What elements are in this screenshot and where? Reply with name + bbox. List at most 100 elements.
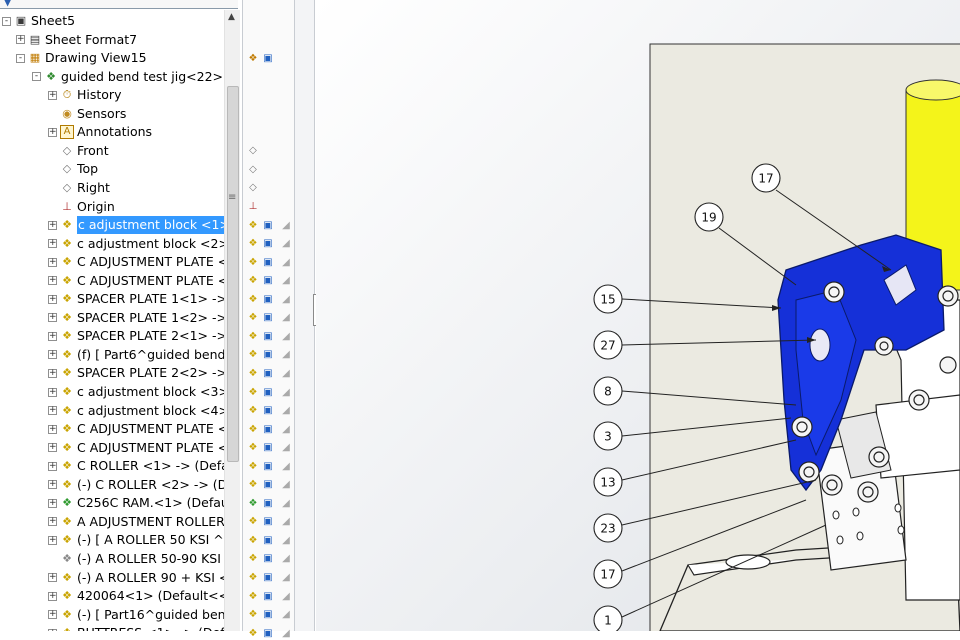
expand-icon[interactable]: +	[48, 276, 57, 286]
tree-item-label: (-) C ROLLER <2> -> (Def:	[77, 476, 224, 492]
tree-item[interactable]: + ❖ 420064<1> (Default<<De	[48, 587, 224, 605]
part-status-icon: ❖	[248, 405, 258, 417]
tree-item[interactable]: + ❖ SPACER PLATE 1<2> -> (D	[48, 309, 224, 327]
tree-status-column: ❖ ▣ ◇ ◇ ◇ ⊥ ❖ ▣ ◢ ❖ ▣ ◢ ❖ ▣ ◢ ❖ ▣ ◢ ❖ ▣ ◢ ❖ ▣ ◢ ❖ ▣ ◢ ❖ ▣ ◢ ❖ ▣ ◢ ❖ ▣ ◢ ❖ ▣ ◢ ❖…	[243, 0, 295, 639]
expand-icon[interactable]: +	[48, 424, 57, 434]
balloon-number: 17	[758, 172, 773, 186]
expand-icon[interactable]: +	[48, 573, 57, 582]
tree-item[interactable]: + ❖ C ADJUSTMENT PLATE <4	[48, 439, 224, 457]
feature-manager-tree[interactable]: ▼ - ▣ Sheet5 + ▤ Sheet Format7- ▦ Drawing View1…	[0, 0, 243, 631]
corner-mark-icon: ◢	[282, 460, 290, 472]
tree-item[interactable]: + ❖ C ADJUSTMENT PLATE <3	[48, 420, 224, 438]
corner-mark-icon: ◢	[282, 275, 290, 287]
tree-item-label: (-) A ROLLER 50-90 KSI <1	[77, 550, 224, 566]
expand-icon[interactable]: +	[48, 461, 57, 471]
tree-item[interactable]: + ❖ A ADJUSTMENT ROLLER <	[48, 513, 224, 531]
expand-icon[interactable]: +	[48, 313, 57, 323]
plane-icon: ◇	[62, 180, 72, 194]
part-status-icon: ❖	[248, 275, 258, 287]
tree-item[interactable]: + ❖ (-) A ROLLER 90 + KSI <1:	[48, 569, 224, 587]
expand-icon[interactable]: +	[48, 498, 57, 508]
display-state-icon: ▣	[263, 553, 273, 565]
display-state-icon: ▣	[263, 349, 273, 361]
tree-item[interactable]: + A Annotations	[48, 123, 224, 141]
tree-item[interactable]: + ❖ C256C RAM.<1> (Default-	[48, 494, 224, 512]
expand-icon[interactable]: +	[48, 350, 57, 360]
tree-item[interactable]: ◇ Top	[48, 160, 224, 178]
tree-item[interactable]: + ▤ Sheet Format7	[16, 31, 224, 49]
balloon-number: 1	[604, 614, 612, 628]
history-icon: ⏱	[62, 88, 72, 102]
expand-icon[interactable]: +	[48, 127, 57, 137]
collapse-icon[interactable]: -	[16, 53, 25, 63]
expand-icon[interactable]: +	[48, 610, 57, 620]
corner-mark-icon: ◢	[282, 590, 290, 602]
scroll-up-arrow-icon[interactable]: ▲	[228, 12, 235, 22]
tree-item[interactable]: ⊥ Origin	[48, 198, 224, 216]
part-gray-icon: ❖	[62, 551, 72, 565]
tree-item-label: SPACER PLATE 2<2> -> (D	[77, 365, 224, 381]
display-state-icon: ▣	[263, 219, 273, 231]
expand-icon[interactable]: +	[16, 35, 25, 45]
tree-item[interactable]: + ❖ c adjustment block <1> -:	[48, 216, 224, 235]
part-icon: ❖	[62, 292, 72, 306]
collapse-icon[interactable]: -	[32, 72, 41, 82]
expand-icon[interactable]: +	[48, 591, 57, 601]
part-icon: ❖	[62, 422, 72, 436]
collapse-icon[interactable]: -	[2, 16, 11, 26]
balloon-number: 19	[701, 211, 716, 225]
expand-icon[interactable]: +	[48, 517, 57, 527]
expand-icon[interactable]: +	[48, 331, 57, 341]
part-status-icon: ❖	[248, 442, 258, 454]
tree-item[interactable]: + ❖ c adjustment block <3> -:	[48, 383, 224, 401]
expand-icon[interactable]: +	[48, 443, 57, 453]
tree-item[interactable]: + ❖ (-) [ A ROLLER 50 KSI ^gu	[48, 531, 224, 549]
tree-item[interactable]: + ❖ c adjustment block <4> -:	[48, 402, 224, 420]
expand-icon[interactable]: +	[48, 387, 57, 397]
expand-icon[interactable]: +	[48, 406, 57, 416]
corner-mark-icon: ◢	[282, 497, 290, 509]
tree-item[interactable]: ◇ Right	[48, 179, 224, 197]
tree-item[interactable]: - ▦ Drawing View15	[16, 49, 224, 67]
tree-item[interactable]: + ❖ C ADJUSTMENT PLATE <1	[48, 253, 224, 271]
tree-item[interactable]: +❖BUTTRESS <1> -> (Defau	[48, 624, 224, 631]
filter-bar[interactable]: ▼	[0, 0, 238, 9]
tree-item[interactable]: ❖ (-) A ROLLER 50-90 KSI <1	[48, 550, 224, 568]
scroll-thumb[interactable]	[227, 86, 239, 462]
tree-item-label: (-) [ Part16^guided bend	[77, 606, 224, 622]
tree-item-label: c adjustment block <4> -:	[77, 402, 224, 418]
expand-icon[interactable]: +	[48, 90, 57, 100]
tree-item[interactable]: + ❖ C ADJUSTMENT PLATE <2	[48, 272, 224, 290]
tree-item-label: C256C RAM.<1> (Default-	[77, 495, 224, 511]
tree-item[interactable]: + ❖ SPACER PLATE 2<2> -> (D	[48, 364, 224, 382]
expand-icon[interactable]: +	[48, 220, 57, 230]
tree-item-label: BUTTRESS <1> -> (Defau	[77, 624, 224, 631]
expand-icon[interactable]: +	[48, 480, 57, 490]
tree-item[interactable]: ◇ Front	[48, 142, 224, 160]
expand-icon[interactable]: +	[48, 257, 57, 267]
tree-item[interactable]: + ❖ (f) [ Part6^guided bend te	[48, 346, 224, 364]
drawing-canvas[interactable]: 17 19 15 27 8 3 13 23 17 1	[316, 0, 960, 631]
corner-mark-icon: ◢	[282, 219, 290, 231]
tree-item[interactable]: - ▣ Sheet5	[2, 12, 224, 30]
tree-item[interactable]: + ❖ c adjustment block <2> -:	[48, 235, 224, 253]
origin-status-icon: ⊥	[248, 201, 258, 212]
tree-item[interactable]: + ❖ (-) [ Part16^guided bend	[48, 606, 224, 624]
tree-item[interactable]: - ❖ guided bend test jig<22>	[32, 68, 224, 86]
tree-item[interactable]: + ❖ SPACER PLATE 2<1> -> (D	[48, 327, 224, 345]
tree-item[interactable]: ◉ Sensors	[48, 105, 224, 123]
expand-icon[interactable]: +	[48, 368, 57, 378]
tree-item[interactable]: + ⏱ History	[48, 86, 224, 104]
expand-icon[interactable]: +	[48, 239, 57, 249]
tree-item[interactable]: + ❖ SPACER PLATE 1<1> -> (D	[48, 290, 224, 308]
expand-icon[interactable]: +	[48, 294, 57, 304]
tree-item[interactable]: + ❖ C ROLLER <1> -> (Defaul	[48, 457, 224, 475]
tree-item-label: A ADJUSTMENT ROLLER <	[77, 513, 224, 529]
funnel-icon[interactable]: ▼	[3, 0, 12, 8]
tree-item[interactable]: + ❖ (-) C ROLLER <2> -> (Def:	[48, 476, 224, 494]
part-status-icon: ❖	[248, 312, 258, 324]
tree-scrollbar[interactable]: ▲ ≡	[224, 10, 240, 631]
expand-icon[interactable]: +	[48, 535, 57, 545]
corner-mark-icon: ◢	[282, 238, 290, 250]
tree-item-label: C ADJUSTMENT PLATE <1	[77, 254, 224, 270]
